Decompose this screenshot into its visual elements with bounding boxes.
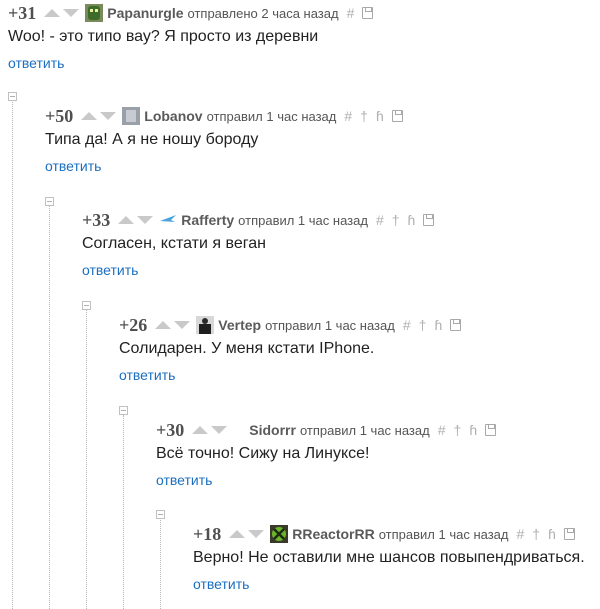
- collapse-toggle[interactable]: [82, 301, 91, 310]
- comment-header: +50 Lobanov отправил 1 час назад # † ɦ: [45, 103, 403, 129]
- comment-text: Типа да! А я не ношу бороду: [45, 131, 259, 148]
- upvote-icon[interactable]: [81, 112, 98, 120]
- save-icon[interactable]: [485, 424, 497, 436]
- comment-header: +33 Rafferty отправил 1 час назад # † ɦ: [82, 207, 435, 233]
- author-link[interactable]: Lobanov: [144, 108, 202, 124]
- permalink-icon[interactable]: #: [438, 422, 446, 438]
- permalink-icon[interactable]: #: [344, 108, 352, 124]
- reply-link[interactable]: ответить: [82, 262, 138, 278]
- reply-link[interactable]: ответить: [156, 472, 212, 488]
- thread-line: [12, 100, 13, 609]
- rating: +33: [82, 209, 111, 230]
- timestamp[interactable]: отправил 1 час назад: [265, 318, 395, 333]
- save-icon[interactable]: [563, 528, 575, 540]
- downvote-icon[interactable]: [137, 216, 154, 224]
- comment-text: Woo! - это типо вау? Я просто из деревни: [8, 28, 319, 45]
- upvote-icon[interactable]: [229, 530, 246, 538]
- avatar[interactable]: [159, 211, 177, 229]
- pin-icon[interactable]: †: [454, 422, 462, 438]
- timestamp[interactable]: отправил 1 час назад: [379, 527, 509, 542]
- pin-icon[interactable]: †: [360, 108, 368, 124]
- reply-link[interactable]: ответить: [119, 367, 175, 383]
- rating: +50: [45, 105, 74, 126]
- comment-header: +31 Papanurgle отправлено 2 часа назад #: [8, 0, 374, 26]
- downvote-icon[interactable]: [248, 530, 265, 538]
- comment-text: Солидарен. У меня кстати IPhone.: [119, 340, 375, 357]
- downvote-icon[interactable]: [211, 426, 228, 434]
- author-link[interactable]: Papanurgle: [107, 5, 183, 21]
- permalink-icon[interactable]: #: [376, 212, 384, 228]
- avatar[interactable]: [122, 107, 141, 125]
- comment-header: +30 Sidorrr отправил 1 час назад # † ɦ: [156, 417, 497, 443]
- permalink-icon[interactable]: #: [347, 5, 355, 21]
- collapse-toggle[interactable]: [8, 92, 17, 101]
- rating: +30: [156, 419, 185, 440]
- author-link[interactable]: Sidorrr: [249, 422, 296, 438]
- thread-line: [49, 205, 50, 609]
- comment-text: Согласен, кстати я веган: [82, 235, 266, 252]
- upvote-icon[interactable]: [118, 216, 135, 224]
- rating: +26: [119, 314, 148, 335]
- person-icon[interactable]: ɦ: [548, 526, 556, 542]
- downvote-icon[interactable]: [174, 321, 191, 329]
- timestamp[interactable]: отправил 1 час назад: [300, 423, 430, 438]
- person-icon[interactable]: ɦ: [434, 317, 442, 333]
- author-link[interactable]: Rafferty: [181, 212, 234, 228]
- permalink-icon[interactable]: #: [517, 526, 525, 542]
- author-link[interactable]: Vertep: [218, 317, 261, 333]
- comment-header: +18 RReactorRR отправил 1 час назад # † …: [193, 521, 575, 547]
- save-icon[interactable]: [362, 7, 374, 19]
- pin-icon[interactable]: †: [392, 212, 400, 228]
- permalink-icon[interactable]: #: [403, 317, 411, 333]
- rating: +31: [8, 2, 37, 23]
- upvote-icon[interactable]: [155, 321, 172, 329]
- save-icon[interactable]: [450, 319, 462, 331]
- timestamp[interactable]: отправил 1 час назад: [207, 109, 337, 124]
- thread-line: [123, 415, 124, 609]
- timestamp[interactable]: отправил 1 час назад: [238, 213, 368, 228]
- timestamp[interactable]: отправлено 2 часа назад: [188, 6, 339, 21]
- comment-text: Всё точно! Сижу на Линуксе!: [156, 445, 370, 462]
- person-icon[interactable]: ɦ: [376, 108, 384, 124]
- thread-line: [86, 310, 87, 609]
- comment-header: +26 Vertep отправил 1 час назад # † ɦ: [119, 312, 462, 338]
- reply-link[interactable]: ответить: [193, 576, 249, 592]
- upvote-icon[interactable]: [44, 9, 61, 17]
- save-icon[interactable]: [423, 214, 435, 226]
- person-icon[interactable]: ɦ: [469, 422, 477, 438]
- collapse-toggle[interactable]: [156, 510, 165, 519]
- person-icon[interactable]: ɦ: [408, 212, 416, 228]
- avatar[interactable]: [85, 4, 104, 22]
- collapse-toggle[interactable]: [119, 406, 128, 415]
- collapse-toggle[interactable]: [45, 197, 54, 206]
- pin-icon[interactable]: †: [532, 526, 540, 542]
- reply-link[interactable]: ответить: [45, 158, 101, 174]
- reply-link[interactable]: ответить: [8, 55, 64, 71]
- avatar[interactable]: [270, 525, 289, 543]
- thread-line: [160, 520, 161, 609]
- downvote-icon[interactable]: [63, 9, 80, 17]
- avatar[interactable]: [196, 316, 215, 334]
- author-link[interactable]: RReactorRR: [292, 526, 374, 542]
- comment-text: Верно! Не оставили мне шансов повыпендри…: [193, 549, 585, 566]
- downvote-icon[interactable]: [100, 112, 117, 120]
- pin-icon[interactable]: †: [419, 317, 427, 333]
- save-icon[interactable]: [391, 110, 403, 122]
- rating: +18: [193, 523, 222, 544]
- upvote-icon[interactable]: [192, 426, 209, 434]
